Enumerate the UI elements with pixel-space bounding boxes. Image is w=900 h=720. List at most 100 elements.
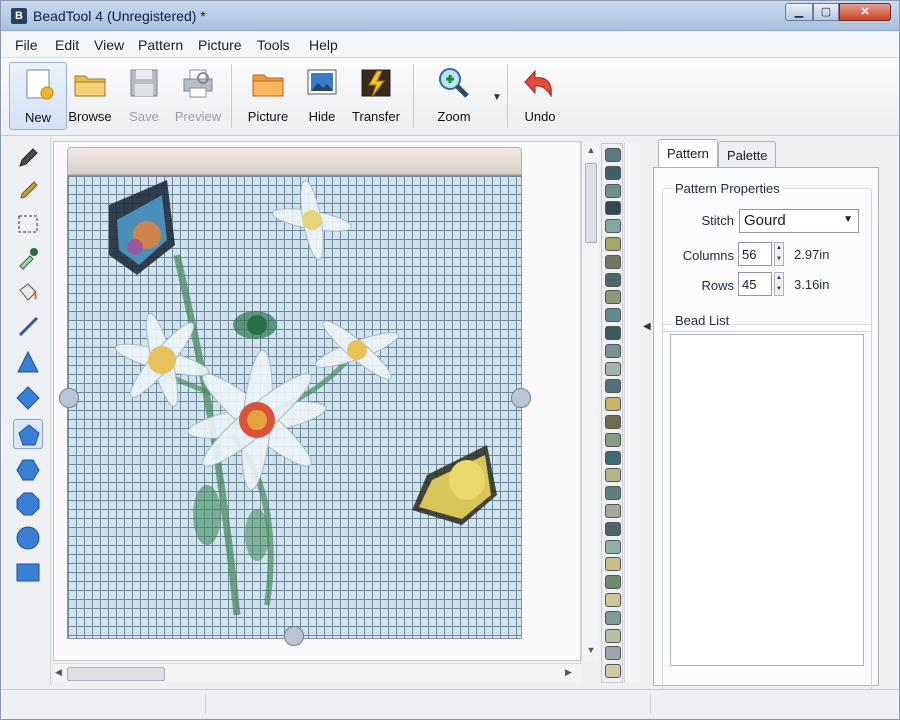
rows-input[interactable]: 45 [738,272,772,296]
tab-palette[interactable]: Palette [718,141,777,167]
bead-swatch[interactable] [605,308,621,323]
menu-tools[interactable]: Tools [257,37,290,53]
zoom-icon [439,68,469,98]
bottom-resize-handle[interactable] [284,626,304,646]
bead-swatch[interactable] [605,272,621,287]
menu-pattern[interactable]: Pattern [138,37,183,53]
thin-pencil-tool[interactable] [13,175,43,205]
app-window: B BeadTool 4 (Unregistered) * ▁ ▢ ✕ File… [0,0,900,720]
thin-pencil-icon [20,181,38,199]
octagon-tool[interactable] [13,489,43,519]
rows-spinner[interactable]: ▲ ▼ [774,272,784,296]
bead-swatch[interactable] [605,219,621,234]
bead-palette-scrollbar[interactable] [624,143,640,683]
bead-swatch[interactable] [605,521,621,536]
bead-swatch[interactable] [605,557,621,572]
bead-pattern-image [109,180,497,616]
eyedropper-tool[interactable] [13,243,43,273]
bead-swatch[interactable] [605,254,621,269]
bead-swatch[interactable] [605,486,621,501]
vertical-scroll-thumb[interactable] [585,163,597,243]
select-rect-tool[interactable] [13,209,43,239]
left-resize-handle[interactable] [59,388,79,408]
rows-label: Rows [701,278,734,293]
bead-swatch[interactable] [605,664,621,679]
right-resize-handle[interactable] [511,388,531,408]
bead-swatch[interactable] [605,379,621,394]
bead-swatch[interactable] [605,432,621,447]
diamond-icon [16,386,40,410]
horizontal-scroll-thumb[interactable] [67,667,165,681]
bead-swatch[interactable] [605,450,621,465]
pentagon-icon [18,424,40,446]
picture-folder-icon [252,74,284,97]
canvas-header-bar [67,147,522,175]
bead-swatch[interactable] [605,165,621,180]
bead-swatch[interactable] [605,201,621,216]
triangle-tool[interactable] [13,347,43,377]
menu-file[interactable]: File [15,37,38,53]
zoom-dropdown-arrow-icon[interactable]: ▼ [490,92,504,106]
bead-swatch[interactable] [605,539,621,554]
bead-swatch[interactable] [605,468,621,483]
minimize-button[interactable]: ▁ [785,3,813,21]
bead-swatch[interactable] [605,397,621,412]
canvas-horizontal-scrollbar[interactable]: ◀ ▶ [53,663,581,683]
triangle-icon [17,350,39,373]
bead-swatch[interactable] [605,343,621,358]
bead-swatch[interactable] [605,183,621,198]
menu-view[interactable]: View [94,37,124,53]
bead-swatch[interactable] [605,628,621,643]
scroll-down-icon[interactable]: ▼ [584,643,598,657]
fill-tool[interactable] [13,277,43,307]
columns-label: Columns [682,248,734,263]
bead-swatch[interactable] [605,415,621,429]
canvas-vertical-scrollbar[interactable]: ▲ ▼ [581,141,599,661]
scroll-up-icon[interactable]: ▲ [584,143,598,157]
columns-spinner[interactable]: ▲ ▼ [774,242,784,266]
columns-input[interactable]: 56 [738,242,772,266]
hexagon-tool[interactable] [13,455,43,485]
menu-picture[interactable]: Picture [198,37,242,53]
zoom-button[interactable]: Zoom [425,62,483,130]
tool-strip [1,137,51,685]
bead-swatch[interactable] [605,610,621,625]
stitch-select[interactable]: Gourd ▼ [739,209,859,233]
pentagon-tool[interactable] [13,419,43,449]
transfer-button[interactable]: Transfer [347,62,405,130]
bead-swatch[interactable] [605,504,621,518]
preview-button[interactable]: Preview [169,62,227,130]
bead-swatch[interactable] [605,290,621,305]
bead-swatch[interactable] [605,237,621,251]
maximize-button[interactable]: ▢ [813,3,839,21]
close-button[interactable]: ✕ [839,3,891,21]
zoom-label: Zoom [437,109,471,124]
undo-button[interactable]: Undo [511,62,569,130]
bead-swatch[interactable] [605,575,621,590]
line-tool[interactable] [13,311,43,341]
tab-pattern[interactable]: Pattern [658,139,718,167]
line-icon [18,316,39,337]
bead-list[interactable] [670,334,864,666]
menu-edit[interactable]: Edit [55,37,79,53]
stitch-select-value: Gourd [744,212,786,229]
pencil-icon [19,148,38,167]
bead-palette-column [601,143,623,683]
menu-help[interactable]: Help [309,37,338,53]
hexagon-icon [16,459,40,481]
bead-swatch[interactable] [605,326,621,340]
window-title: BeadTool 4 (Unregistered) * [33,8,206,24]
rectangle-tool[interactable] [13,557,43,587]
bead-swatch[interactable] [605,593,621,607]
new-document-icon [26,69,54,100]
pencil-tool[interactable] [13,143,43,173]
collapse-panel-icon[interactable]: ◀ [643,321,651,332]
circle-tool[interactable] [13,523,43,553]
bead-swatch[interactable] [605,361,621,376]
bead-swatch[interactable] [605,646,621,661]
diamond-tool[interactable] [13,383,43,413]
bead-swatch[interactable] [605,148,621,162]
scroll-right-icon[interactable]: ▶ [565,667,572,678]
scroll-left-icon[interactable]: ◀ [55,667,62,678]
status-segment [206,694,651,714]
